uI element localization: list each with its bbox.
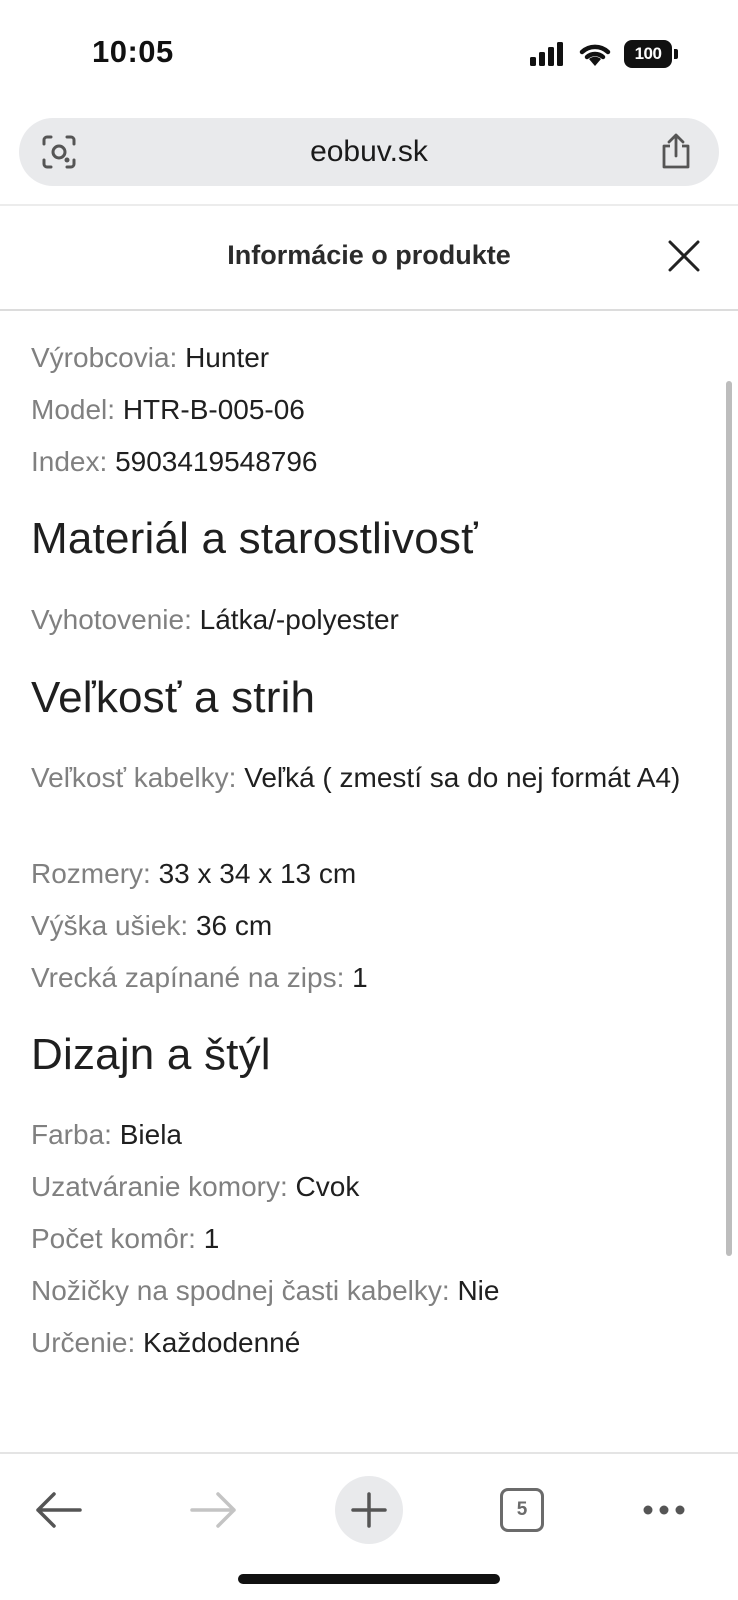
row-value: 5903419548796: [115, 446, 318, 477]
product-info-panel[interactable]: Výrobcovia: Hunter Model: HTR-B-005-06 I…: [0, 311, 738, 1453]
modal-title: Informácie o produkte: [227, 240, 511, 270]
section-title-design: Dizajn a štýl: [31, 1030, 271, 1079]
row-value: Látka/-polyester: [199, 604, 399, 635]
info-row-model: Model: HTR-B-005-06: [31, 384, 701, 436]
home-indicator[interactable]: [238, 1574, 500, 1584]
info-row-zip-pockets: Vrecká zapínané na zips: 1: [31, 952, 701, 1004]
row-label: Počet komôr:: [31, 1223, 196, 1254]
battery-level: 100: [624, 40, 672, 68]
info-row-purpose: Určenie: Každodenné: [31, 1317, 701, 1369]
row-value: Každodenné: [143, 1327, 301, 1358]
row-value: 33 x 34 x 13 cm: [158, 858, 357, 889]
info-row-compartments: Počet komôr: 1: [31, 1213, 701, 1265]
row-value: Biela: [119, 1119, 182, 1150]
row-value: 1: [352, 962, 368, 993]
row-label: Výrobcovia:: [31, 342, 178, 373]
row-value: Hunter: [185, 342, 270, 373]
row-label: Veľkosť kabelky:: [31, 762, 237, 793]
row-value: HTR-B-005-06: [122, 394, 305, 425]
row-value: Nie: [457, 1275, 500, 1306]
info-row-index: Index: 5903419548796: [31, 436, 701, 488]
info-row-manufacturer: Výrobcovia: Hunter: [31, 332, 701, 384]
section-title-size: Veľkosť a strih: [31, 673, 316, 722]
section-title-material: Materiál a starostlivosť: [31, 514, 478, 563]
info-row-feet: Nožičky na spodnej časti kabelky: Nie: [31, 1265, 701, 1317]
row-value: Veľká ( zmestí sa do nej formát A4): [244, 762, 681, 793]
battery-icon: 100: [624, 40, 678, 68]
new-tab-plus-icon[interactable]: [335, 1476, 403, 1544]
info-row-handle-height: Výška ušiek: 36 cm: [31, 900, 701, 952]
row-label: Vrecká zapínané na zips:: [31, 962, 345, 993]
info-row-dimensions: Rozmery: 33 x 34 x 13 cm: [31, 848, 701, 900]
scrollbar[interactable]: [726, 381, 732, 1256]
row-label: Rozmery:: [31, 858, 151, 889]
row-label: Určenie:: [31, 1327, 136, 1358]
forward-arrow-icon[interactable]: [180, 1476, 248, 1544]
info-row-material: Vyhotovenie: Látka/-polyester: [31, 594, 701, 646]
modal-header: Informácie o produkte: [0, 206, 738, 310]
address-bar[interactable]: eobuv.sk: [19, 118, 719, 186]
tabs-icon[interactable]: 5: [489, 1476, 557, 1544]
url-text[interactable]: eobuv.sk: [19, 118, 719, 186]
row-label: Uzatváranie komory:: [31, 1171, 288, 1202]
row-label: Výška ušiek:: [31, 910, 189, 941]
row-label: Model:: [31, 394, 116, 425]
tabs-count: 5: [500, 1488, 544, 1532]
row-label: Nožičky na spodnej časti kabelky:: [31, 1275, 450, 1306]
info-row-color: Farba: Biela: [31, 1109, 701, 1161]
info-row-bag-size: Veľkosť kabelky: Veľká ( zmestí sa do ne…: [31, 752, 701, 804]
back-arrow-icon[interactable]: [24, 1476, 92, 1544]
row-value: 1: [203, 1223, 220, 1254]
row-label: Index:: [31, 446, 108, 477]
cellular-signal-icon: [530, 42, 564, 66]
row-value: 36 cm: [195, 910, 273, 941]
info-row-closure: Uzatváranie komory: Cvok: [31, 1161, 701, 1213]
row-label: Vyhotovenie:: [31, 604, 192, 635]
more-icon[interactable]: [630, 1476, 698, 1544]
status-time: 10:05: [92, 34, 174, 69]
row-label: Farba:: [31, 1119, 112, 1150]
row-value: Cvok: [295, 1171, 360, 1202]
share-icon[interactable]: [659, 132, 693, 170]
close-icon[interactable]: [664, 236, 704, 276]
status-bar: 10:05 100: [0, 0, 738, 110]
wifi-icon: [579, 44, 611, 66]
